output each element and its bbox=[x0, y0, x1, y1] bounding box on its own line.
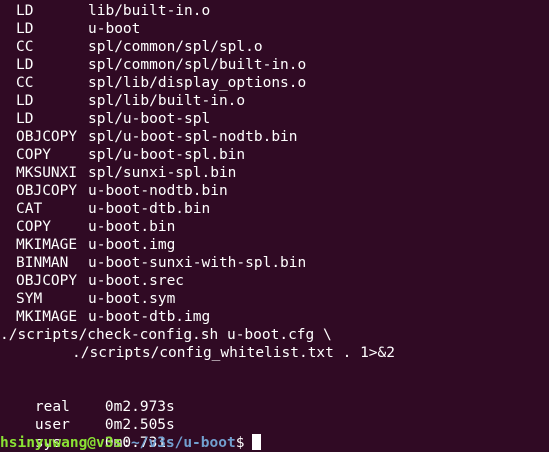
build-target: u-boot.img bbox=[88, 237, 176, 253]
timing-label: user bbox=[34, 417, 70, 433]
build-line: CC spl/common/spl/spl.o bbox=[0, 38, 549, 56]
build-line: LD spl/common/spl/built-in.o bbox=[0, 56, 549, 74]
terminal-window[interactable]: LD lib/built-in.o LD u-boot CC spl/common/spl… bbox=[0, 0, 549, 452]
build-line: SYM u-boot.sym bbox=[0, 290, 549, 308]
build-action: COPY bbox=[16, 219, 51, 235]
build-line: MKSUNXI spl/sunxi-spl.bin bbox=[0, 164, 549, 182]
build-target: spl/common/spl/spl.o bbox=[88, 39, 263, 55]
build-target: spl/sunxi-spl.bin bbox=[88, 165, 237, 181]
build-line: OBJCOPY spl/u-boot-spl-nodtb.bin bbox=[0, 128, 549, 146]
build-action: OBJCOPY bbox=[16, 129, 78, 145]
build-line: LD u-boot bbox=[0, 20, 549, 38]
build-action: LD bbox=[16, 111, 34, 127]
build-line: OBJCOPY u-boot-nodtb.bin bbox=[0, 182, 549, 200]
build-action: LD bbox=[16, 93, 34, 109]
shell-prompt[interactable]: hsinyuwang@v3s:~/v3s/u-boot$ bbox=[0, 434, 549, 452]
build-target: spl/lib/display_options.o bbox=[88, 75, 307, 91]
build-target: u-boot-nodtb.bin bbox=[88, 183, 228, 199]
build-action: CC bbox=[16, 39, 34, 55]
build-line: BINMAN u-boot-sunxi-with-spl.bin bbox=[0, 254, 549, 272]
timing-real: real 0m2.973s bbox=[0, 380, 549, 415]
build-action: MKSUNXI bbox=[16, 165, 78, 181]
build-action: CC bbox=[16, 75, 34, 91]
build-action: OBJCOPY bbox=[16, 183, 78, 199]
check-config-command: ./scripts/check-config.sh u-boot.cfg \ bbox=[0, 327, 332, 343]
build-target: spl/u-boot-spl bbox=[88, 111, 211, 127]
build-action: LD bbox=[16, 21, 34, 37]
build-line: CAT u-boot-dtb.bin bbox=[0, 200, 549, 218]
build-target: u-boot-dtb.bin bbox=[88, 201, 211, 217]
build-action: BINMAN bbox=[16, 255, 69, 271]
build-target: spl/common/spl/built-in.o bbox=[88, 57, 307, 73]
build-target: u-boot.bin bbox=[88, 219, 176, 235]
prompt-user-host: hsinyuwang@v3s bbox=[0, 435, 123, 451]
build-action: COPY bbox=[16, 147, 51, 163]
build-action: MKIMAGE bbox=[16, 237, 78, 253]
build-line: OBJCOPY u-boot.srec bbox=[0, 272, 549, 290]
build-line: LD lib/built-in.o bbox=[0, 2, 549, 20]
prompt-path: ~/v3s/u-boot bbox=[130, 435, 236, 451]
build-output: LD lib/built-in.o LD u-boot CC spl/common/spl… bbox=[0, 2, 549, 326]
build-line: COPY u-boot.bin bbox=[0, 218, 549, 236]
build-action: LD bbox=[16, 3, 34, 19]
build-action: CAT bbox=[16, 201, 43, 217]
build-target: u-boot-dtb.img bbox=[88, 309, 211, 325]
build-target: spl/u-boot-spl.bin bbox=[88, 147, 246, 163]
text-cursor[interactable] bbox=[252, 434, 262, 450]
build-target: spl/u-boot-spl-nodtb.bin bbox=[88, 129, 298, 145]
build-target: u-boot.srec bbox=[88, 273, 185, 289]
check-config-continuation: ./scripts/config_whitelist.txt . 1>&2 bbox=[72, 345, 396, 361]
timing-value: 0m2.973s bbox=[104, 399, 175, 415]
build-line: LD spl/u-boot-spl bbox=[0, 110, 549, 128]
build-action: LD bbox=[16, 57, 34, 73]
build-target: u-boot bbox=[88, 21, 141, 37]
timing-label: real bbox=[34, 399, 70, 415]
prompt-separator: : bbox=[122, 435, 131, 451]
build-line: CC spl/lib/display_options.o bbox=[0, 74, 549, 92]
build-line: COPY spl/u-boot-spl.bin bbox=[0, 146, 549, 164]
build-line: LD spl/lib/built-in.o bbox=[0, 92, 549, 110]
build-action: SYM bbox=[16, 291, 43, 307]
prompt-dollar: $ bbox=[235, 435, 245, 451]
build-line: MKIMAGE u-boot.img bbox=[0, 236, 549, 254]
build-target: lib/built-in.o bbox=[88, 3, 211, 19]
build-action: MKIMAGE bbox=[16, 309, 78, 325]
timing-value: 0m2.505s bbox=[104, 417, 175, 433]
build-target: u-boot.sym bbox=[88, 291, 176, 307]
build-action: OBJCOPY bbox=[16, 273, 78, 289]
build-target: spl/lib/built-in.o bbox=[88, 93, 246, 109]
build-line: MKIMAGE u-boot-dtb.img bbox=[0, 308, 549, 326]
build-target: u-boot-sunxi-with-spl.bin bbox=[88, 255, 307, 271]
